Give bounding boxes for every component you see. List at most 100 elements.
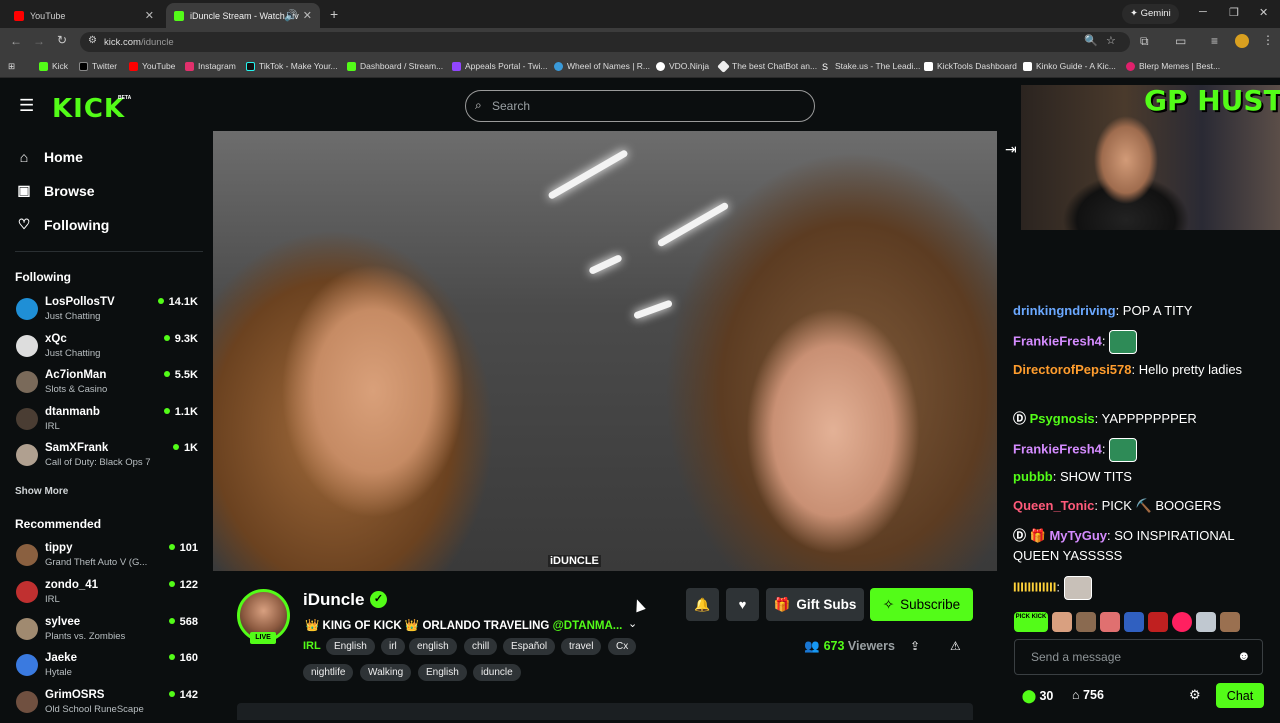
- tag[interactable]: irl: [381, 638, 405, 655]
- close-window-icon[interactable]: ✕: [1259, 6, 1268, 19]
- following-channel-lospollostv[interactable]: LosPollosTV Just Chatting 14.1K: [16, 296, 206, 330]
- emote-icon[interactable]: [1076, 612, 1096, 632]
- notification-bell-button[interactable]: 🔔: [686, 588, 719, 621]
- tag[interactable]: nightlife: [303, 664, 354, 681]
- tag[interactable]: iduncle: [473, 664, 521, 681]
- emote-icon[interactable]: [1196, 612, 1216, 632]
- bookmark-dashboard[interactable]: Dashboard / Stream...: [347, 61, 443, 71]
- recommended-channel-grimosrs[interactable]: GrimOSRS Old School RuneScape 142: [16, 689, 206, 723]
- chevron-down-icon[interactable]: ⌄: [628, 617, 637, 630]
- profile-avatar[interactable]: [1235, 34, 1249, 48]
- forward-icon[interactable]: →: [33, 34, 45, 48]
- address-bar[interactable]: ⚙ kick.com/iduncle 🔍 ☆: [80, 32, 1130, 52]
- emote-icon[interactable]: [1220, 612, 1240, 632]
- bookmark-stake[interactable]: S Stake.us - The Leadi...: [822, 61, 920, 72]
- recommended-channel-sylvee[interactable]: sylvee Plants vs. Zombies 568: [16, 616, 206, 650]
- bookmark-twitter[interactable]: Twitter: [79, 61, 117, 71]
- bookmark-star-icon[interactable]: ☆: [1106, 34, 1116, 47]
- emoji-picker-icon[interactable]: ☻: [1237, 648, 1251, 663]
- show-more-link[interactable]: Show More: [15, 486, 68, 497]
- chat-username[interactable]: drinkingndriving: [1013, 303, 1116, 318]
- tab-youtube[interactable]: YouTube ✕: [6, 3, 162, 28]
- tag[interactable]: Walking: [360, 664, 412, 681]
- tag[interactable]: English: [418, 664, 467, 681]
- following-channel-samxfrank[interactable]: SamXFrank Call of Duty: Black Ops 7 1K: [16, 442, 206, 476]
- bookmark-kinko[interactable]: Kinko Guide - A Kic...: [1023, 61, 1116, 71]
- bookmark-chatbot[interactable]: The best ChatBot an...: [717, 59, 817, 73]
- tag[interactable]: travel: [561, 638, 602, 655]
- chat-message-input[interactable]: Send a message ☻: [1014, 639, 1263, 675]
- following-channel-ac7ionman[interactable]: Ac7ionMan Slots & Casino 5.5K: [16, 369, 206, 403]
- minimize-icon[interactable]: ─: [1199, 6, 1207, 18]
- restore-icon[interactable]: ❐: [1229, 6, 1239, 19]
- emote-icon[interactable]: [1100, 612, 1120, 632]
- follow-heart-button[interactable]: ♥: [726, 588, 759, 621]
- channel-points[interactable]: ⬤ 30: [1022, 688, 1053, 703]
- subscribe-button[interactable]: ✧ Subscribe: [870, 588, 973, 621]
- recommended-channel-jaeke[interactable]: Jaeke Hytale 160: [16, 652, 206, 686]
- nav-following[interactable]: ♡ Following: [16, 216, 110, 233]
- channel-name[interactable]: iDuncle: [303, 590, 364, 610]
- collapse-chat-icon[interactable]: ⇥: [1005, 141, 1017, 158]
- chat-username[interactable]: FrankieFresh4: [1013, 441, 1102, 456]
- tag[interactable]: Cx: [608, 638, 637, 655]
- share-icon[interactable]: ⇪: [910, 639, 920, 653]
- zoom-icon[interactable]: 🔍: [1084, 34, 1098, 47]
- new-tab-button[interactable]: +: [330, 6, 338, 22]
- send-chat-button[interactable]: Chat: [1216, 683, 1264, 708]
- bookmark-youtube[interactable]: YouTube: [129, 61, 175, 71]
- tag[interactable]: English: [326, 638, 375, 655]
- kick-logo[interactable]: KICK: [52, 94, 125, 124]
- back-icon[interactable]: ←: [10, 34, 22, 48]
- chat-username[interactable]: MyTyGuy: [1049, 528, 1107, 543]
- apps-icon[interactable]: ⊞: [8, 61, 15, 72]
- nav-home[interactable]: ⌂ Home: [16, 149, 83, 165]
- bookmark-wheel[interactable]: Wheel of Names | R...: [554, 61, 650, 71]
- close-tab-icon[interactable]: ✕: [303, 9, 312, 22]
- gift-subs-button[interactable]: 🎁 Gift Subs: [766, 588, 864, 621]
- extensions-icon[interactable]: ⧉: [1140, 34, 1149, 49]
- close-tab-icon[interactable]: ✕: [145, 9, 154, 22]
- search-input[interactable]: ⌕ Search: [465, 90, 815, 122]
- nav-browse[interactable]: ▣ Browse: [16, 182, 94, 199]
- reload-icon[interactable]: ↻: [57, 33, 67, 47]
- menu-icon[interactable]: ⋮: [1262, 33, 1274, 47]
- bookmark-vdo[interactable]: VDO.Ninja: [656, 61, 709, 71]
- gemini-button[interactable]: ✦ Gemini: [1122, 4, 1179, 24]
- chat-username[interactable]: IIIIIIIIIIII: [1013, 579, 1056, 594]
- pick-kick-emote[interactable]: PICK KICK: [1014, 612, 1048, 632]
- cast-icon[interactable]: ▭: [1175, 34, 1186, 48]
- speaker-icon[interactable]: 🔊: [284, 9, 298, 22]
- chat-settings-gear-icon[interactable]: ⚙: [1189, 687, 1201, 703]
- category-link[interactable]: IRL: [303, 640, 321, 652]
- recommended-channel-tippy[interactable]: tippy Grand Theft Auto V (G... 101: [16, 542, 206, 576]
- tag[interactable]: Español: [503, 638, 556, 655]
- recommended-channel-zondo[interactable]: zondo_41 IRL 122: [16, 579, 206, 613]
- chat-username[interactable]: pubbb: [1013, 469, 1053, 484]
- following-channel-xqc[interactable]: xQc Just Chatting 9.3K: [16, 333, 206, 367]
- emote-icon[interactable]: [1148, 612, 1168, 632]
- bookmark-instagram[interactable]: Instagram: [185, 61, 236, 71]
- bookmark-tiktok[interactable]: TikTok - Make Your...: [246, 61, 338, 71]
- stream-title-mention[interactable]: @DTANMA...: [553, 620, 623, 632]
- bookmark-blerp[interactable]: Blerp Memes | Best...: [1126, 61, 1220, 71]
- bookmark-kicktools[interactable]: KickTools Dashboard: [924, 61, 1017, 71]
- chat-username[interactable]: Psygnosis: [1030, 411, 1095, 426]
- emote-icon[interactable]: [1052, 612, 1072, 632]
- bookmark-appeals[interactable]: Appeals Portal - Twi...: [452, 61, 548, 71]
- hamburger-menu-icon[interactable]: ☰: [19, 96, 34, 116]
- site-info-icon[interactable]: ⚙: [88, 35, 97, 46]
- report-warning-icon[interactable]: ⚠: [950, 639, 961, 653]
- following-channel-dtanmanb[interactable]: dtanmanb IRL 1.1K: [16, 406, 206, 440]
- media-icon[interactable]: ≡: [1211, 34, 1218, 48]
- tab-kick-stream[interactable]: iDuncle Stream - Watch Liv 🔊 ✕: [166, 3, 320, 28]
- chat-username[interactable]: DirectorofPepsi578: [1013, 362, 1132, 377]
- heart-emote-icon[interactable]: [1172, 612, 1192, 632]
- tag[interactable]: chill: [464, 638, 498, 655]
- chat-username[interactable]: Queen_Tonic: [1013, 498, 1094, 513]
- bookmark-kick[interactable]: Kick: [39, 61, 68, 71]
- chat-username[interactable]: FrankieFresh4: [1013, 333, 1102, 348]
- gift-counter[interactable]: ⌂ 756: [1072, 688, 1104, 702]
- tag[interactable]: english: [409, 638, 457, 655]
- emote-icon[interactable]: [1124, 612, 1144, 632]
